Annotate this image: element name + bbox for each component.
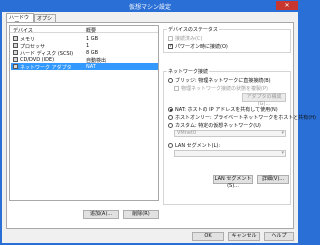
lan-segments-button[interactable]: LAN セグメント(S)... [213, 175, 253, 189]
device-row-memory[interactable]: メモリ 1 GB [11, 35, 158, 43]
checkbox-icon [174, 86, 179, 91]
device-summary: NAT [86, 64, 96, 70]
tab-hardware[interactable]: ハードウェア [6, 13, 34, 27]
connected-label: 接続済み(C) [175, 36, 203, 42]
device-status-group: デバイスのステータス 接続済み(C) パワーオン時に接続(O) [163, 26, 291, 53]
close-button[interactable]: ✕ [276, 1, 298, 10]
checkbox-checked-icon [168, 43, 173, 49]
custom-network-value: VMnet0 [177, 130, 197, 136]
nat-label: NAT: ホストの IP アドレスを共有して使用(N) [175, 107, 278, 113]
connect-at-power-on-checkbox[interactable]: パワーオン時に接続(O) [168, 43, 228, 50]
custom-radio[interactable]: カスタム: 特定の仮想ネットワーク(U) [168, 122, 261, 129]
connect-at-power-on-label: パワーオン時に接続(O) [175, 44, 228, 50]
device-row-processor[interactable]: プロセッサ 1 [11, 42, 158, 50]
lan-segment-select[interactable]: ▾ [174, 150, 286, 157]
close-icon: ✕ [284, 2, 290, 9]
radio-icon [168, 123, 173, 128]
column-device: デバイス [13, 28, 33, 34]
nat-radio[interactable]: NAT: ホストの IP アドレスを共有して使用(N) [168, 106, 278, 113]
network-adapter-icon [13, 64, 18, 69]
replicate-state-checkbox[interactable]: 物理ネットワーク接続の状態を複製(P) [174, 85, 268, 92]
cancel-button[interactable]: キャンセル [228, 232, 260, 241]
device-status-title: デバイスのステータス [167, 26, 219, 33]
radio-icon [168, 115, 173, 120]
host-only-label: ホストオンリー: プライベートネットワークをホストと共有(H) [175, 115, 316, 121]
device-list[interactable]: デバイス 概要 メモリ 1 GB プロセッサ 1 ハード ディスク (SCSI)… [9, 25, 159, 201]
custom-network-select[interactable]: VMnet0 ▾ [174, 130, 286, 137]
ok-button[interactable]: OK [192, 232, 224, 241]
custom-label: カスタム: 特定の仮想ネットワーク(U) [175, 123, 261, 129]
device-row-hard-disk[interactable]: ハード ディスク (SCSI) 8 GB [11, 49, 158, 57]
configure-adapter-button[interactable]: アダプタの構成(G)... [242, 93, 286, 107]
chevron-down-icon: ▾ [281, 150, 284, 156]
title-bar: 仮想マシン設定 ✕ [0, 0, 300, 12]
connected-checkbox[interactable]: 接続済み(C) [168, 35, 202, 42]
hardware-panel: デバイス 概要 メモリ 1 GB プロセッサ 1 ハード ディスク (SCSI)… [6, 22, 316, 229]
advanced-button[interactable]: 詳細(V)... [257, 175, 289, 184]
device-row-network-adapter[interactable]: ネットワーク アダプタ NAT [11, 63, 158, 71]
lan-segment-radio[interactable]: LAN セグメント(L): [168, 142, 220, 149]
column-summary: 概要 [86, 28, 97, 34]
help-button[interactable]: ヘルプ [264, 232, 294, 241]
hard-disk-icon [13, 50, 18, 55]
tab-options[interactable]: オプション [34, 14, 56, 28]
radio-icon [168, 143, 173, 148]
add-device-button[interactable]: 追加(A)... [83, 210, 119, 219]
bridged-label: ブリッジ: 物理ネットワークに直接接続(B) [175, 78, 271, 84]
window-title: 仮想マシン設定 [128, 4, 171, 11]
replicate-state-label: 物理ネットワーク接続の状態を複製(P) [181, 86, 268, 92]
chevron-down-icon: ▾ [281, 130, 284, 136]
cd-dvd-icon [13, 57, 18, 62]
memory-icon [13, 36, 18, 41]
network-connection-title: ネットワーク接続 [167, 68, 210, 75]
checkbox-icon [168, 36, 173, 41]
processor-icon [13, 43, 18, 48]
host-only-radio[interactable]: ホストオンリー: プライベートネットワークをホストと共有(H) [168, 114, 316, 121]
remove-device-button[interactable]: 削除(R) [123, 210, 159, 219]
lan-segment-label: LAN セグメント(L): [175, 143, 221, 149]
radio-selected-icon [168, 107, 173, 112]
bridged-radio[interactable]: ブリッジ: 物理ネットワークに直接接続(B) [168, 77, 271, 84]
device-list-header: デバイス 概要 [10, 26, 158, 34]
device-row-cd-dvd[interactable]: CD/DVD (IDE) 自動検出 [11, 56, 158, 64]
device-name: ネットワーク アダプタ [20, 65, 72, 71]
radio-icon [168, 78, 173, 83]
dialog-body: ハードウェア オプション デバイス 概要 メモリ 1 GB プロセッサ 1 ハー… [2, 12, 316, 243]
